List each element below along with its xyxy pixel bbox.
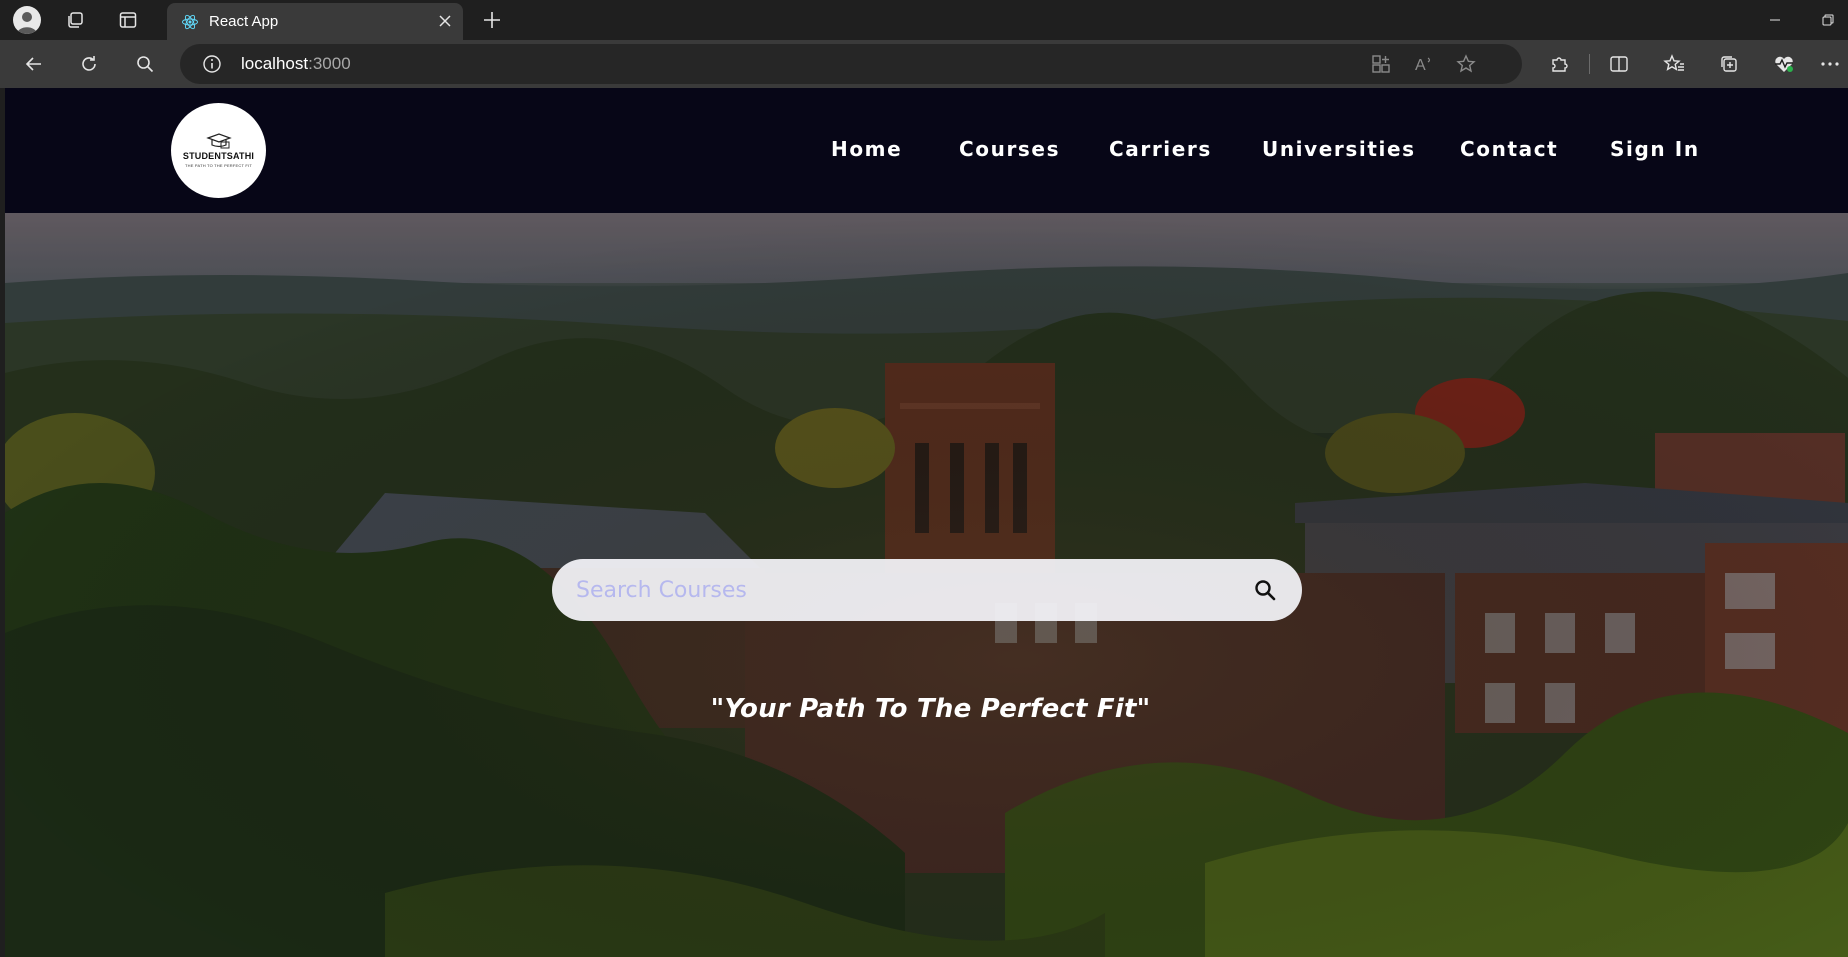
collections-button[interactable]: [1711, 46, 1747, 82]
heart-pulse-icon: [1775, 56, 1793, 72]
favorites-icon: [1663, 54, 1684, 71]
collections-icon: [1721, 56, 1737, 72]
search-tab-button[interactable]: [127, 46, 163, 82]
browser-essentials-button[interactable]: [1766, 46, 1802, 82]
nav-universities[interactable]: Universities: [1262, 137, 1416, 161]
reload-button[interactable]: [71, 46, 107, 82]
tab-actions-button[interactable]: [110, 2, 146, 38]
split-screen-icon: [1610, 56, 1628, 72]
main-nav: Home Courses Carriers Universities Conta…: [5, 137, 1848, 167]
back-arrow-icon: [25, 57, 41, 71]
search-icon: [1255, 580, 1276, 601]
back-button[interactable]: [16, 46, 52, 82]
read-aloud-icon[interactable]: A: [1411, 50, 1439, 78]
reload-icon: [82, 56, 96, 71]
search-courses-input[interactable]: [574, 573, 1214, 607]
nav-home[interactable]: Home: [831, 137, 902, 161]
plus-icon: [484, 12, 500, 28]
restore-button[interactable]: [1808, 0, 1848, 40]
hero-section: "Your Path To The Perfect Fit": [5, 213, 1848, 957]
search-icon: [137, 56, 154, 73]
url-host: localhost: [241, 54, 309, 73]
info-icon[interactable]: [198, 50, 226, 78]
close-icon: [439, 15, 451, 27]
address-bar[interactable]: localhost:3000 A: [180, 44, 1522, 84]
close-tab-button[interactable]: [435, 11, 455, 31]
page-viewport: STUDENTSATHI THE PATH TO THE PERFECT FIT…: [5, 88, 1848, 957]
browser-tab-bar: React App: [0, 0, 1848, 40]
profile-icon: [13, 6, 41, 34]
toolbar-divider: [1589, 54, 1590, 74]
workspaces-icon: [68, 12, 83, 28]
nav-contact[interactable]: Contact: [1460, 137, 1558, 161]
browser-toolbar: localhost:3000 A: [0, 40, 1848, 88]
site-navbar: STUDENTSATHI THE PATH TO THE PERFECT FIT…: [5, 88, 1848, 213]
profile-button[interactable]: [9, 2, 45, 38]
course-search-bar: [552, 559, 1302, 621]
puzzle-icon: [1552, 57, 1568, 72]
minimize-icon: [1770, 19, 1780, 21]
svg-text:A: A: [1415, 57, 1426, 74]
nav-carriers[interactable]: Carriers: [1109, 137, 1212, 161]
split-screen-button[interactable]: [1601, 46, 1637, 82]
vertical-tabs-icon: [119, 12, 137, 28]
star-icon[interactable]: [1452, 50, 1480, 78]
restore-icon: [1822, 14, 1834, 26]
new-tab-button[interactable]: [474, 2, 510, 38]
react-icon: [181, 13, 199, 35]
more-button[interactable]: [1815, 46, 1845, 82]
url-port: :3000: [308, 54, 351, 73]
workspaces-button[interactable]: [57, 2, 93, 38]
tab-title: React App: [209, 13, 279, 30]
ellipsis-icon: [1821, 62, 1839, 66]
url-text[interactable]: localhost:3000: [241, 54, 351, 74]
app-install-icon[interactable]: [1367, 50, 1395, 78]
nav-courses[interactable]: Courses: [959, 137, 1060, 161]
search-submit-button[interactable]: [1249, 574, 1281, 606]
tab-react-app[interactable]: React App: [167, 3, 463, 40]
extensions-button[interactable]: [1541, 46, 1577, 82]
minimize-button[interactable]: [1752, 0, 1798, 40]
nav-sign-in[interactable]: Sign In: [1610, 137, 1700, 161]
favorites-button[interactable]: [1656, 46, 1692, 82]
hero-tagline: "Your Path To The Perfect Fit": [710, 694, 1151, 724]
